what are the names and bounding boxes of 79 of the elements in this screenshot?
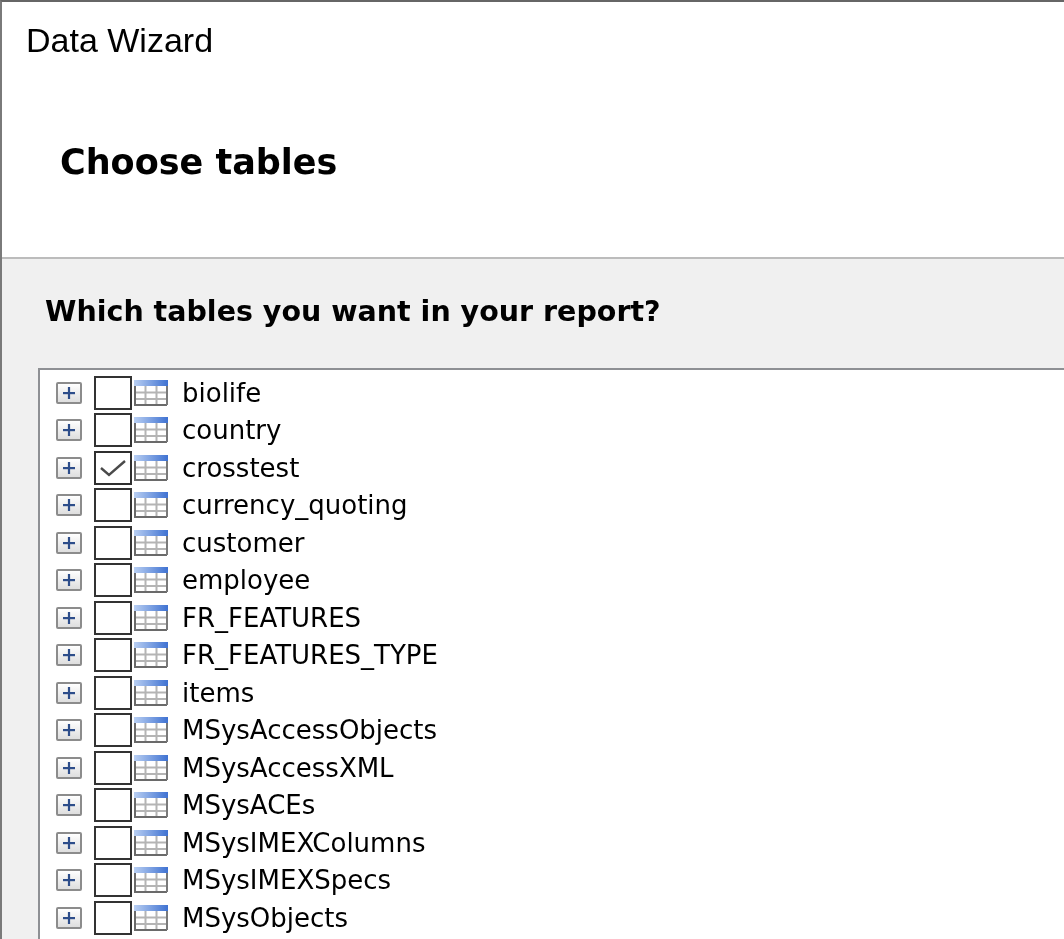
checkbox[interactable] xyxy=(94,525,132,560)
table-icon xyxy=(134,754,168,781)
plus-icon xyxy=(62,873,76,888)
checkbox[interactable] xyxy=(94,713,132,748)
expand-button[interactable] xyxy=(56,756,82,779)
table-name[interactable]: MSysObjects xyxy=(182,902,349,933)
expand-button[interactable] xyxy=(56,419,82,442)
table-name[interactable]: customer xyxy=(182,527,305,558)
checkbox[interactable] xyxy=(94,375,132,410)
expand-button[interactable] xyxy=(56,794,82,817)
table-name[interactable]: biolife xyxy=(182,377,262,408)
expand-button[interactable] xyxy=(56,869,82,892)
plus-icon xyxy=(62,573,76,588)
expand-button[interactable] xyxy=(56,381,82,404)
checkbox[interactable] xyxy=(94,600,132,635)
plus-icon xyxy=(62,910,76,925)
table-name[interactable]: MSysIMEXSpecs xyxy=(182,865,392,896)
checkbox[interactable] xyxy=(94,413,132,448)
checkbox[interactable] xyxy=(94,450,132,485)
table-icon xyxy=(134,717,168,744)
plus-icon xyxy=(62,498,76,513)
table-name[interactable]: MSysAccessObjects xyxy=(182,715,438,746)
table-name[interactable]: currency_quoting xyxy=(182,490,408,521)
plus-icon xyxy=(62,760,76,775)
table-icon xyxy=(134,792,168,819)
checkmark-icon xyxy=(100,458,126,477)
table-icon xyxy=(134,642,168,669)
checkbox[interactable] xyxy=(94,638,132,673)
checkbox[interactable] xyxy=(94,563,132,598)
table-name[interactable]: country xyxy=(182,415,282,446)
table-icon xyxy=(134,379,168,406)
plus-icon xyxy=(62,610,76,625)
checkbox[interactable] xyxy=(94,900,132,935)
table-name[interactable]: MSysAccessXML xyxy=(182,752,394,783)
expand-button[interactable] xyxy=(56,569,82,592)
table-icon xyxy=(134,904,168,931)
table-name[interactable]: crosstest xyxy=(182,452,300,483)
table-name[interactable]: FR_FEATURES_TYPE xyxy=(182,640,438,671)
page-heading: Choose tables xyxy=(60,142,338,182)
expand-button[interactable] xyxy=(56,644,82,667)
table-icon xyxy=(134,492,168,519)
table-icon xyxy=(134,454,168,481)
table-icon xyxy=(134,529,168,556)
table-icon xyxy=(134,567,168,594)
plus-icon xyxy=(62,423,76,438)
plus-icon xyxy=(62,723,76,738)
table-icon xyxy=(134,867,168,894)
table-icon xyxy=(134,417,168,444)
expand-button[interactable] xyxy=(56,606,82,629)
expand-button[interactable] xyxy=(56,531,82,554)
checkbox[interactable] xyxy=(94,825,132,860)
expand-button[interactable] xyxy=(56,681,82,704)
expand-button[interactable] xyxy=(56,906,82,929)
expand-button[interactable] xyxy=(56,456,82,479)
table-name[interactable]: MSysIMEXColumns xyxy=(182,827,426,858)
table-icon xyxy=(134,829,168,856)
checkbox[interactable] xyxy=(94,488,132,523)
plus-icon xyxy=(62,835,76,850)
checkbox[interactable] xyxy=(94,750,132,785)
plus-icon xyxy=(62,798,76,813)
checkbox[interactable] xyxy=(94,863,132,898)
expand-button[interactable] xyxy=(56,719,82,742)
plus-icon xyxy=(62,535,76,550)
checkbox[interactable] xyxy=(94,788,132,823)
expand-button[interactable] xyxy=(56,494,82,517)
table-icon xyxy=(134,604,168,631)
plus-icon xyxy=(62,385,76,400)
plus-icon xyxy=(62,685,76,700)
table-name[interactable]: employee xyxy=(182,565,311,596)
checkbox[interactable] xyxy=(94,675,132,710)
expand-button[interactable] xyxy=(56,831,82,854)
table-name[interactable]: items xyxy=(182,677,255,708)
plus-icon xyxy=(62,460,76,475)
table-name[interactable]: FR_FEATURES xyxy=(182,602,362,633)
question-label: Which tables you want in your report? xyxy=(45,295,661,329)
table-icon xyxy=(134,679,168,706)
window-title: Data Wizard xyxy=(26,21,214,59)
table-name[interactable]: MSysACEs xyxy=(182,790,316,821)
plus-icon xyxy=(62,648,76,663)
